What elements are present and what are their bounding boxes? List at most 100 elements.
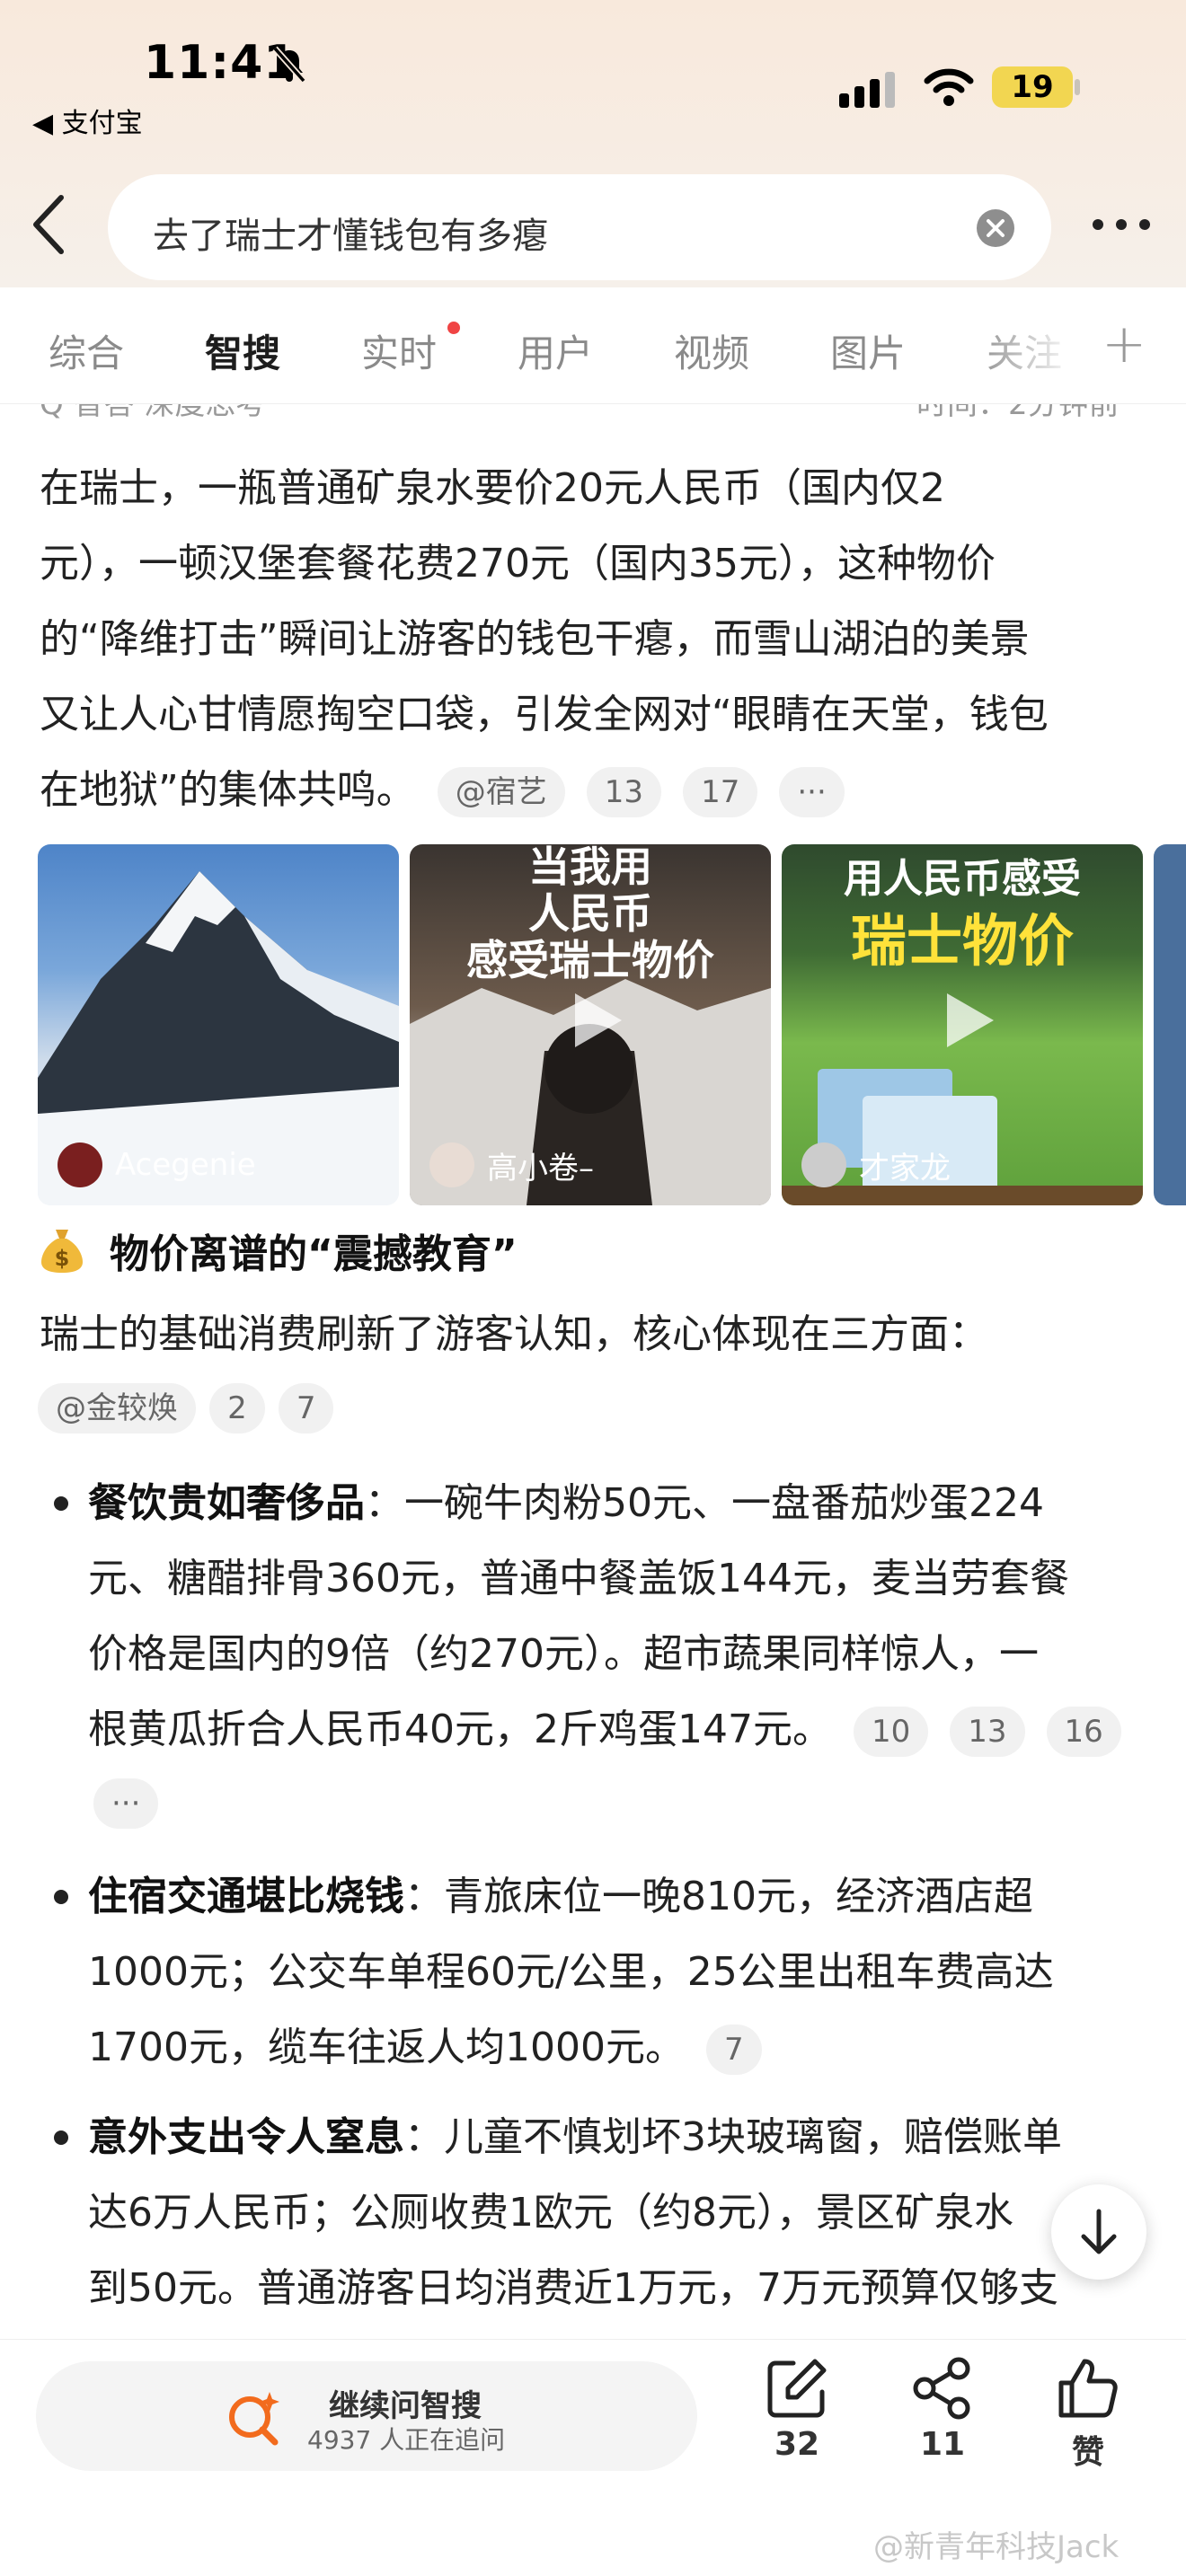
battery-level: 19 (1011, 69, 1054, 105)
section-title: 物价离谱的“震撼教育” (110, 1231, 518, 1277)
bullet-dot (54, 2130, 68, 2145)
media-carousel[interactable]: Acegenie 当我用 人民币 感受瑞士物价 高小卷– 用人民币感受 瑞士物价 (38, 844, 1186, 1205)
source-chip[interactable]: @宿艺 (437, 767, 565, 817)
media-card[interactable]: Acegenie (38, 844, 399, 1205)
tab-comprehensive[interactable]: 综合 (49, 323, 124, 378)
bullet-line: 元、糖醋排骨360元，普通中餐盖饭144元，麦当劳套餐 (88, 1556, 1069, 1601)
smart-search-icon (229, 2392, 279, 2446)
ask-subtitle: 4937 人正在追问 (307, 2425, 506, 2455)
like-button[interactable]: 赞 (1039, 2354, 1137, 2473)
bullet-line: 价格是国内的9倍（约270元）。超市蔬果同样惊人，一 (88, 1631, 1039, 1677)
reference-chip[interactable]: 13 (950, 1707, 1025, 1757)
reference-chip[interactable]: 7 (705, 2025, 762, 2075)
tab-realtime[interactable]: 实时 (361, 323, 437, 378)
video-card[interactable]: 用人民币感受 瑞士物价 才家龙 (782, 844, 1143, 1205)
author-name: 高小卷– (487, 1150, 594, 1187)
author-name: Acegenie (115, 1147, 256, 1183)
reference-chip[interactable]: 7 (278, 1383, 334, 1434)
media-card-peek[interactable] (1154, 844, 1186, 1205)
wifi-icon (924, 68, 974, 106)
card-title-line: 人民币 (528, 889, 652, 938)
answer-source: Q 智答 深度思考 (40, 404, 267, 422)
play-icon[interactable] (562, 988, 627, 1053)
author-name: 才家龙 (859, 1150, 951, 1187)
more-references-chip[interactable]: ··· (93, 1778, 159, 1829)
continue-ask-button[interactable]: 继续问智搜 4937 人正在追问 (36, 2361, 697, 2471)
scroll-down-button[interactable] (1051, 2184, 1146, 2280)
play-icon[interactable] (934, 988, 999, 1053)
clear-icon[interactable] (976, 208, 1015, 248)
tab-videos[interactable]: 视频 (674, 323, 749, 378)
bullet-heading: 住宿交通堪比烧钱 (88, 1874, 404, 1919)
intro-line: 的“降维打击”瞬间让游客的钱包干瘪，而雪山湖泊的美景 (40, 616, 1030, 662)
video-card[interactable]: 当我用 人民币 感受瑞士物价 高小卷– (410, 844, 771, 1205)
tabs-fade (970, 296, 1096, 402)
tab-smart-search[interactable]: 智搜 (205, 323, 280, 378)
thumbs-up-icon (1058, 2359, 1118, 2418)
reference-chip[interactable]: 10 (853, 1707, 929, 1757)
battery-tip (1075, 79, 1080, 95)
tab-images[interactable]: 图片 (830, 323, 906, 378)
bullet-line: 1700元，缆车往返人均1000元。 (88, 2025, 685, 2070)
ask-title: 继续问智搜 (329, 2388, 482, 2424)
like-label: 赞 (1071, 2434, 1104, 2471)
battery-indicator: 19 (992, 66, 1073, 108)
bullet-item: 住宿交通堪比烧钱：青旅床位一晚810元，经济酒店超 1000元；公交车单程60元… (88, 1859, 1157, 2086)
card-title-line: 感受瑞士物价 (466, 936, 714, 984)
answer-time: 时间：2分钟前 (916, 404, 1120, 422)
bell-muted-icon (272, 46, 306, 84)
intro-line: 又让人心甘情愿掏空口袋，引发全网对“眼睛在天堂，钱包 (40, 692, 1049, 737)
reference-chip[interactable]: 2 (209, 1383, 265, 1434)
bullet-line: 1000元；公交车单程60元/公里，25公里出租车费高达 (88, 1949, 1054, 1995)
intro-line: 在瑞士，一瓶普通矿泉水要价20元人民币（国内仅2 (40, 465, 945, 511)
tab-users[interactable]: 用户 (518, 323, 593, 378)
card-title-line: 用人民币感受 (844, 856, 1081, 902)
arrow-down-icon (1081, 2209, 1117, 2254)
share-icon (913, 2357, 970, 2420)
lead-line: 瑞士的基础消费刷新了游客认知，核心体现在三方面： (40, 1311, 988, 1357)
section-heading: $ 物价离谱的“震撼教育” (40, 1222, 518, 1279)
lead-chips: @金较焕 2 7 (38, 1383, 334, 1434)
reference-chip[interactable]: 13 (586, 767, 662, 817)
tab-bar: 综合 智搜 实时 用户 视频 图片 关注 + (0, 296, 1186, 404)
share-button[interactable]: 11 (893, 2354, 992, 2463)
card-author: 高小卷– (429, 1142, 594, 1187)
avatar (429, 1142, 474, 1187)
avatar (58, 1142, 102, 1187)
intro-line: 在地狱”的集体共鸣。 (40, 767, 416, 813)
reference-chip[interactable]: 17 (683, 767, 758, 817)
intro-line: 元），一顿汉堡套餐花费270元（国内35元），这种物价 (40, 541, 996, 587)
back-to-app[interactable]: ◀ 支付宝 (32, 101, 143, 140)
bullet-line: ：青旅床位一晚810元，经济酒店超 (404, 1874, 1033, 1919)
search-input[interactable]: 去了瑞士才懂钱包有多瘪 (153, 207, 548, 259)
comment-count: 32 (774, 2426, 820, 2463)
bullet-dot (54, 1890, 68, 1904)
watermark: @新青年科技Jack (873, 2529, 1120, 2565)
money-bag-icon: $ (41, 1230, 83, 1273)
bullet-line: 根黄瓜折合人民币40元，2斤鸡蛋147元。 (88, 1707, 832, 1752)
search-bar[interactable]: 去了瑞士才懂钱包有多瘪 (108, 174, 1051, 280)
share-count: 11 (919, 2426, 966, 2463)
bullet-item: 餐饮贵如奢侈品：一碗牛肉粉50元、一盘番茄炒蛋224 元、糖醋排骨360元，普通… (88, 1466, 1157, 1836)
reference-chip[interactable]: 16 (1046, 1707, 1121, 1757)
card-title-line: 当我用 (528, 844, 652, 891)
card-title-line: 瑞士物价 (850, 908, 1074, 974)
edit-comment-icon (767, 2359, 827, 2418)
avatar (801, 1142, 846, 1187)
svg-text:$: $ (55, 1246, 70, 1271)
more-icon[interactable] (1085, 207, 1157, 243)
more-references-chip[interactable]: ··· (779, 767, 845, 817)
source-chip[interactable]: @金较焕 (38, 1383, 196, 1434)
card-author: 才家龙 (801, 1142, 951, 1187)
top-header: 11:41 ◀ 支付宝 19 去了瑞士才懂钱包有多瘪 (0, 0, 1186, 287)
add-tab-icon[interactable]: + (1102, 313, 1146, 375)
card-author: Acegenie (58, 1142, 256, 1187)
bullet-dot (54, 1496, 68, 1511)
bullet-line: ：儿童不慎划坏3块玻璃窗，赔偿账单 (404, 2114, 1062, 2160)
answer-meta-row: Q 智答 深度思考 时间：2分钟前 (0, 404, 1186, 422)
back-arrow-icon[interactable] (27, 190, 70, 259)
bullet-heading: 餐饮贵如奢侈品 (88, 1480, 365, 1526)
section-lead: 瑞士的基础消费刷新了游客认知，核心体现在三方面： (40, 1297, 1163, 1372)
comment-button[interactable]: 32 (748, 2354, 846, 2463)
realtime-new-dot (447, 322, 460, 334)
